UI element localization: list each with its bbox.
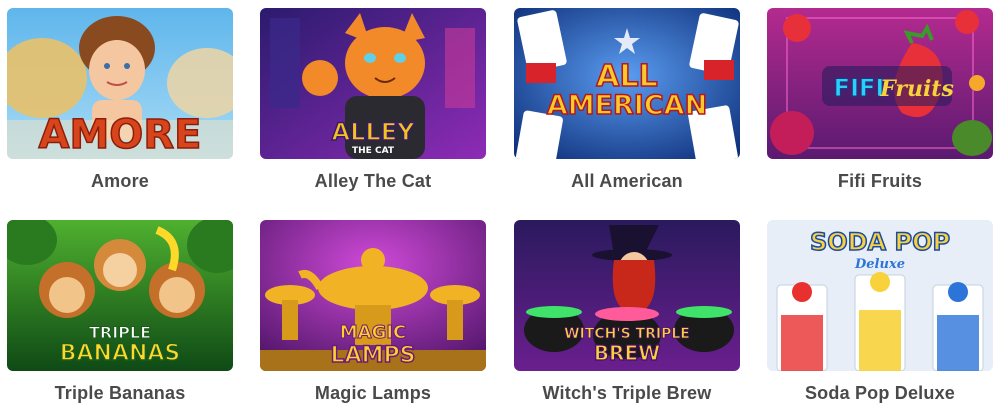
svg-text:BANANAS: BANANAS [60, 341, 181, 366]
game-logo: SODA POP Deluxe [809, 227, 951, 272]
game-title[interactable]: Magic Lamps [260, 383, 486, 404]
svg-text:THE CAT: THE CAT [352, 146, 395, 156]
game-thumbnail[interactable]: AMORE [7, 8, 233, 159]
game-logo: ALL AMERICAN [546, 58, 708, 122]
svg-text:Fruits: Fruits [879, 76, 954, 102]
game-title[interactable]: Witch's Triple Brew [514, 383, 740, 404]
game-title[interactable]: Fifi Fruits [767, 171, 993, 192]
svg-text:ALLEY: ALLEY [332, 118, 416, 146]
game-logo: WITCH'S TRIPLE BREW [564, 326, 691, 366]
svg-text:Deluxe: Deluxe [854, 257, 905, 272]
svg-text:AMORE: AMORE [39, 112, 202, 158]
game-card-fifi-fruits[interactable]: FIFI Fruits Fifi Fruits [767, 8, 993, 192]
svg-text:WITCH'S TRIPLE: WITCH'S TRIPLE [564, 326, 690, 342]
game-grid: AMORE Amore ALLEY THE CAT Alley The Cat … [0, 0, 1000, 405]
svg-text:LAMPS: LAMPS [331, 343, 416, 368]
game-thumbnail[interactable]: MAGIC LAMPS [260, 220, 486, 371]
game-thumbnail[interactable]: ALL AMERICAN [514, 8, 740, 159]
game-card-amore[interactable]: AMORE Amore [7, 8, 233, 192]
game-thumbnail[interactable]: TRIPLE BANANAS [7, 220, 233, 371]
game-thumbnail[interactable]: WITCH'S TRIPLE BREW [514, 220, 740, 371]
game-title[interactable]: All American [514, 171, 740, 192]
svg-text:BREW: BREW [594, 341, 660, 365]
game-thumbnail[interactable]: FIFI Fruits [767, 8, 993, 159]
game-card-witchs-triple-brew[interactable]: WITCH'S TRIPLE BREW Witch's Triple Brew [514, 220, 740, 404]
game-logo: AMORE [38, 111, 202, 159]
game-title[interactable]: Soda Pop Deluxe [767, 383, 993, 404]
game-logo: TRIPLE BANANAS [59, 323, 181, 367]
game-title[interactable]: Alley The Cat [260, 171, 486, 192]
game-logo: ALLEY THE CAT [331, 117, 416, 156]
svg-text:TRIPLE: TRIPLE [89, 323, 151, 342]
svg-text:AMERICAN: AMERICAN [547, 90, 707, 121]
game-card-all-american[interactable]: ALL AMERICAN All American [514, 8, 740, 192]
svg-text:FIFI: FIFI [834, 74, 885, 102]
game-card-magic-lamps[interactable]: MAGIC LAMPS Magic Lamps [260, 220, 486, 404]
game-logo: MAGIC LAMPS [330, 322, 416, 369]
svg-text:ALL: ALL [596, 59, 657, 94]
game-card-soda-pop-deluxe[interactable]: SODA POP Deluxe Soda Pop Deluxe [767, 220, 993, 404]
svg-text:MAGIC: MAGIC [340, 322, 407, 343]
game-thumbnail[interactable]: ALLEY THE CAT [260, 8, 486, 159]
game-logo: FIFI Fruits [822, 66, 954, 106]
game-title[interactable]: Amore [7, 171, 233, 192]
svg-text:SODA POP: SODA POP [810, 228, 950, 256]
game-card-triple-bananas[interactable]: TRIPLE BANANAS Triple Bananas [7, 220, 233, 404]
game-title[interactable]: Triple Bananas [7, 383, 233, 404]
game-card-alley-the-cat[interactable]: ALLEY THE CAT Alley The Cat [260, 8, 486, 192]
game-thumbnail[interactable]: SODA POP Deluxe [767, 220, 993, 371]
